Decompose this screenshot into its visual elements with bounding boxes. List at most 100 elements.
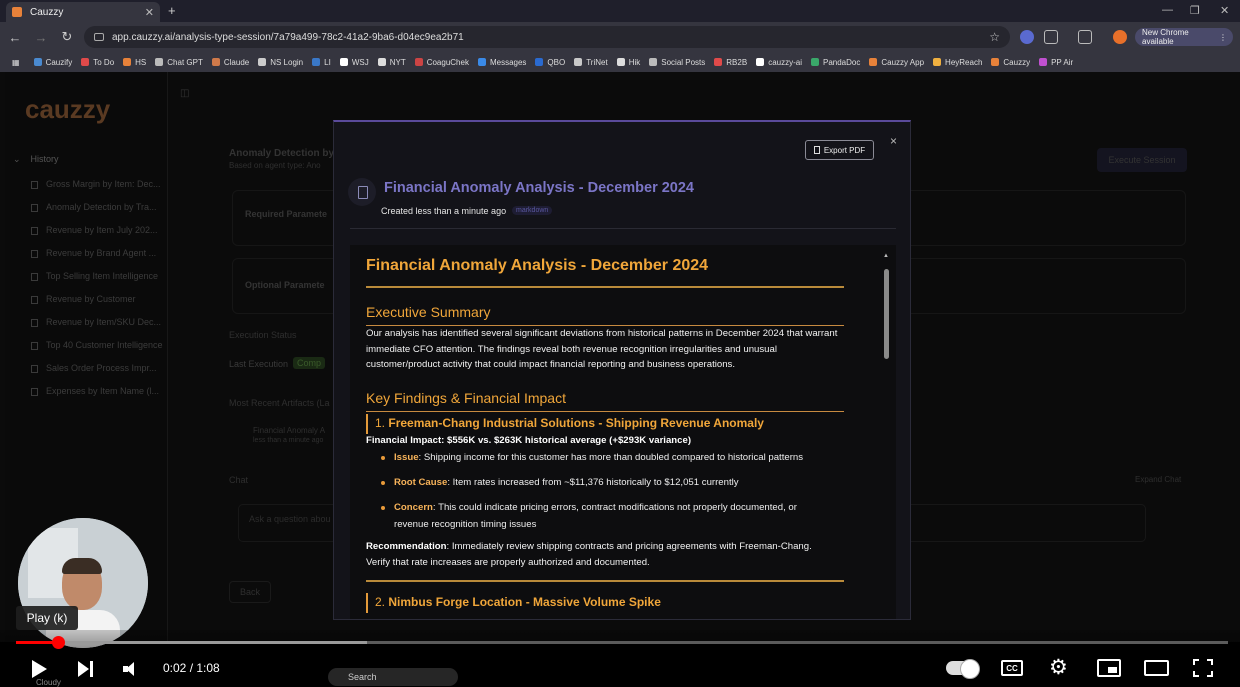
- document-icon: [31, 341, 38, 350]
- bookmark-item[interactable]: HeyReach: [933, 58, 982, 67]
- bookmark-favicon-icon: [869, 58, 878, 66]
- play-icon[interactable]: [32, 660, 47, 678]
- theater-mode-icon[interactable]: [1144, 660, 1169, 676]
- sidebar-toggle-icon[interactable]: ◫: [180, 88, 189, 99]
- apps-grid-icon[interactable]: ▦: [12, 58, 20, 67]
- document-icon: [31, 203, 38, 212]
- history-label[interactable]: ⌄ History: [13, 154, 59, 165]
- history-item[interactable]: Revenue by Brand Agent ...: [31, 248, 166, 258]
- window-close-icon[interactable]: ✕: [1220, 4, 1229, 17]
- bookmark-item[interactable]: Cauzzy App: [869, 58, 924, 67]
- bookmark-item[interactable]: RB2B: [714, 58, 747, 67]
- history-text: History: [30, 154, 59, 164]
- execute-session-button[interactable]: Execute Session: [1097, 148, 1187, 172]
- bookmark-item[interactable]: TriNet: [574, 58, 608, 67]
- expand-chat-button[interactable]: Expand Chat: [1135, 475, 1181, 484]
- url-bar[interactable]: app.cauzzy.ai/analysis-type-session/7a79…: [84, 26, 1010, 48]
- bookmark-item[interactable]: Cauzzy: [991, 58, 1030, 67]
- bookmark-item[interactable]: HS: [123, 58, 146, 67]
- bookmark-item[interactable]: cauzzy-ai: [756, 58, 802, 67]
- history-item[interactable]: Revenue by Item July 202...: [31, 225, 166, 235]
- history-item[interactable]: Gross Margin by Item: Dec...: [31, 179, 166, 189]
- bookmark-item[interactable]: To Do: [81, 58, 114, 67]
- bookmark-star-icon[interactable]: ☆: [989, 30, 1000, 44]
- bookmark-label: Social Posts: [661, 57, 706, 67]
- bookmark-item[interactable]: NS Login: [258, 58, 303, 67]
- scrollbar-thumb[interactable]: [884, 269, 889, 359]
- back-arrow-icon[interactable]: ←: [4, 30, 26, 45]
- bookmark-item[interactable]: Messages: [477, 58, 526, 67]
- history-item[interactable]: Anomaly Detection by Tra...: [31, 202, 166, 212]
- history-item[interactable]: Top Selling Item Intelligence: [31, 271, 166, 281]
- history-item-label: Top Selling Item Intelligence: [46, 271, 159, 281]
- new-chrome-available-button[interactable]: New Chrome available ⋮: [1135, 28, 1233, 46]
- bookmark-label: Cauzify: [45, 57, 73, 67]
- settings-gear-icon[interactable]: ⚙: [1049, 657, 1068, 679]
- minimize-icon[interactable]: —: [1162, 4, 1173, 16]
- progress-bar[interactable]: [16, 636, 1228, 649]
- modal-close-icon[interactable]: ×: [890, 134, 897, 148]
- history-item[interactable]: Sales Order Process Impr...: [31, 363, 166, 373]
- cauzzy-logo: cauzzy: [25, 94, 111, 124]
- bookmark-favicon-icon: [1039, 58, 1048, 66]
- bookmark-label: LI: [324, 57, 331, 67]
- profile-avatar[interactable]: [1113, 30, 1127, 44]
- bookmark-label: HeyReach: [945, 57, 983, 67]
- bookmark-favicon-icon: [377, 58, 386, 66]
- bookmark-item[interactable]: Hik: [616, 58, 640, 67]
- extensions-puzzle-icon[interactable]: [1044, 30, 1058, 44]
- miniplayer-icon[interactable]: [1097, 659, 1121, 677]
- restore-icon[interactable]: ❐: [1190, 4, 1200, 17]
- bookmark-item[interactable]: Chat GPT: [155, 58, 203, 67]
- fullscreen-icon[interactable]: [1193, 659, 1213, 677]
- browser-tab-bar: Cauzzy ✕ + — ❐ ✕: [0, 0, 1240, 22]
- bookmark-item[interactable]: Cauzify: [33, 57, 73, 67]
- document-icon: [31, 249, 38, 258]
- finding-number: 2.: [375, 595, 386, 609]
- bookmark-item[interactable]: Social Posts: [649, 58, 705, 67]
- bookmark-item[interactable]: PP Air: [1039, 58, 1073, 67]
- history-item[interactable]: Revenue by Item/SKU Dec...: [31, 317, 166, 327]
- bookmark-item[interactable]: QBO: [535, 58, 565, 67]
- bookmark-item[interactable]: WSJ: [339, 58, 369, 67]
- bookmark-item[interactable]: NYT: [377, 58, 406, 67]
- tab-close-icon[interactable]: ✕: [145, 6, 154, 19]
- financial-impact: Financial Impact: $556K vs. $263K histor…: [366, 435, 692, 446]
- bookmark-item[interactable]: PandaDoc: [810, 58, 860, 67]
- scroll-up-arrow-icon[interactable]: ▲: [883, 253, 889, 259]
- volume-icon[interactable]: [123, 661, 141, 677]
- history-item-label: Revenue by Item July 202...: [46, 225, 158, 235]
- bookmark-item[interactable]: CoaguChek: [414, 58, 469, 67]
- new-tab-icon[interactable]: +: [168, 3, 176, 18]
- bookmark-favicon-icon: [81, 58, 90, 66]
- site-info-icon[interactable]: [94, 33, 104, 41]
- history-item[interactable]: Top 40 Customer Intelligence: [31, 340, 166, 350]
- video-frame[interactable]: Cauzzy ✕ + — ❐ ✕ ← → ↻ app.cauzzy.ai/ana…: [0, 0, 1240, 687]
- forward-arrow-icon[interactable]: →: [30, 30, 52, 45]
- history-item-label: Sales Order Process Impr...: [46, 363, 157, 373]
- bookmark-label: HS: [135, 57, 147, 67]
- extension-icon[interactable]: [1020, 30, 1034, 44]
- browser-tab[interactable]: Cauzzy ✕: [6, 2, 160, 22]
- bookmark-favicon-icon: [535, 58, 544, 66]
- autoplay-toggle[interactable]: [946, 659, 980, 679]
- bookmark-favicon-icon: [33, 58, 42, 66]
- history-item[interactable]: Revenue by Customer: [31, 294, 166, 304]
- captions-button[interactable]: CC: [1001, 660, 1023, 676]
- report-content[interactable]: ▲ Financial Anomaly Analysis - December …: [350, 245, 896, 619]
- history-item[interactable]: Expenses by Item Name (l...: [31, 386, 166, 396]
- side-panel-icon[interactable]: [1078, 30, 1092, 44]
- bookmark-label: NS Login: [270, 57, 304, 67]
- bookmark-item[interactable]: LI: [312, 58, 331, 67]
- scrollbar[interactable]: ▲: [883, 253, 891, 619]
- back-button[interactable]: Back: [229, 581, 271, 603]
- bookmark-item[interactable]: Claude: [211, 58, 249, 67]
- next-video-icon[interactable]: [78, 661, 94, 677]
- bookmark-favicon-icon: [211, 58, 220, 66]
- export-pdf-button[interactable]: Export PDF: [805, 140, 874, 160]
- document-icon: [31, 295, 38, 304]
- artifact-name[interactable]: Financial Anomaly A: [253, 426, 325, 435]
- reload-icon[interactable]: ↻: [56, 29, 78, 45]
- document-icon: [31, 226, 38, 235]
- bookmark-label: RB2B: [726, 57, 748, 67]
